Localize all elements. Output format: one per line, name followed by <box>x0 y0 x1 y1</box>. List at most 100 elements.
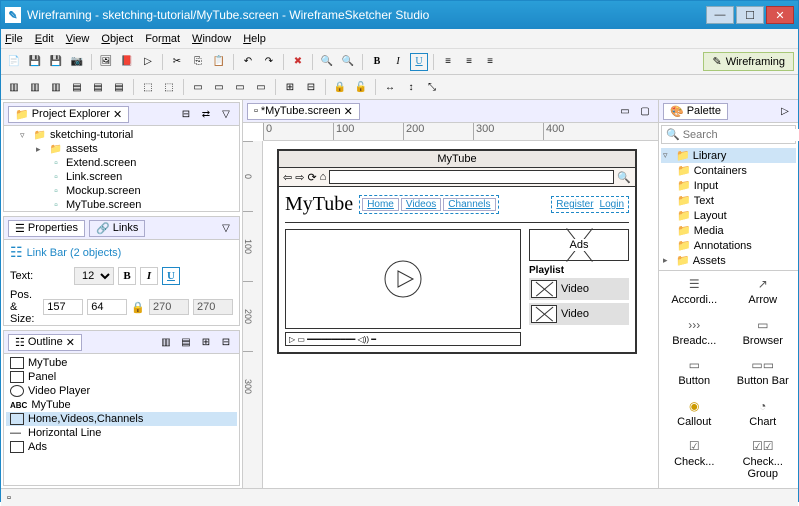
cut-icon[interactable]: ✂ <box>168 53 186 71</box>
palette-search-input[interactable] <box>683 129 799 141</box>
save-icon[interactable]: 💾 <box>26 53 44 71</box>
bold-icon[interactable]: B <box>368 53 386 71</box>
backward-icon[interactable]: ▭ <box>252 78 270 96</box>
unlock-icon[interactable]: 🔓 <box>352 78 370 96</box>
zoom-icon[interactable]: 🔍 <box>318 53 336 71</box>
y-input[interactable] <box>87 299 127 315</box>
mock-link-videos[interactable]: Videos <box>401 198 441 211</box>
export-image-icon[interactable]: 🖼 <box>97 53 115 71</box>
project-explorer-tab[interactable]: 📁 Project Explorer ✕ <box>8 106 129 123</box>
mock-link-register[interactable]: Register <box>554 199 595 210</box>
view-menu-icon[interactable]: ▽ <box>217 105 235 123</box>
ungroup-icon[interactable]: ⊟ <box>302 78 320 96</box>
paste-icon[interactable]: 📋 <box>210 53 228 71</box>
match-h-icon[interactable]: ↕ <box>402 78 420 96</box>
new-icon[interactable]: 📄 <box>5 53 23 71</box>
outline-tab[interactable]: ☷ Outline ✕ <box>8 334 82 351</box>
dist-v-icon[interactable]: ⬚ <box>160 78 178 96</box>
palette-item-browser[interactable]: ▭Browser <box>730 314 797 353</box>
palette-search[interactable]: 🔍 <box>661 125 796 144</box>
undo-icon[interactable]: ↶ <box>239 53 257 71</box>
palette-cat[interactable]: 📁 Media <box>661 223 796 238</box>
dist-h-icon[interactable]: ⬚ <box>139 78 157 96</box>
align-c-icon[interactable]: ▥ <box>26 78 44 96</box>
zoom-out-icon[interactable]: 🔍 <box>339 53 357 71</box>
align-m-icon[interactable]: ▤ <box>89 78 107 96</box>
link-editor-icon[interactable]: ⇄ <box>197 105 215 123</box>
palette-assets[interactable]: ▸📁 Assets <box>661 253 796 268</box>
x-input[interactable] <box>43 299 83 315</box>
outline-item[interactable]: ABCMyTube <box>6 398 237 412</box>
palette-item-callout[interactable]: ◉Callout <box>661 395 728 434</box>
align-t-icon[interactable]: ▤ <box>68 78 86 96</box>
play-icon[interactable]: ▷ <box>139 53 157 71</box>
palette-cat[interactable]: 📁 Input <box>661 178 796 193</box>
mock-link-home[interactable]: Home <box>362 198 399 211</box>
delete-icon[interactable]: ✖ <box>289 53 307 71</box>
mock-linkbar-auth[interactable]: Register Login <box>551 196 629 213</box>
props-menu-icon[interactable]: ▽ <box>217 219 235 237</box>
menu-object[interactable]: Object <box>101 33 133 45</box>
outline-tool-3[interactable]: ⊞ <box>197 333 215 351</box>
perspective-button[interactable]: ✎ Wireframing <box>703 52 794 71</box>
links-tab[interactable]: 🔗 Links <box>89 220 145 237</box>
w-input[interactable] <box>149 299 189 315</box>
camera-icon[interactable]: 📷 <box>68 53 86 71</box>
italic-icon[interactable]: I <box>389 53 407 71</box>
palette-menu-icon[interactable]: ▷ <box>776 102 794 120</box>
outline-tool-1[interactable]: ▥ <box>157 333 175 351</box>
align-center-icon[interactable]: ≡ <box>460 53 478 71</box>
mock-linkbar-main[interactable]: Home Videos Channels <box>359 195 498 214</box>
palette-cat[interactable]: 📁 Containers <box>661 163 796 178</box>
tree-project[interactable]: ▿📁sketching-tutorial <box>6 128 237 142</box>
tree-file-mytube[interactable]: ▫MyTube.screen <box>6 198 237 211</box>
close-button[interactable]: ✕ <box>766 6 794 24</box>
outline-item[interactable]: —Horizontal Line <box>6 426 237 440</box>
menu-help[interactable]: Help <box>243 33 266 45</box>
outline-tool-2[interactable]: ▤ <box>177 333 195 351</box>
palette-cat[interactable]: 📁 Annotations <box>661 238 796 253</box>
align-l-icon[interactable]: ▥ <box>5 78 23 96</box>
menu-edit[interactable]: Edit <box>35 33 54 45</box>
match-s-icon[interactable]: ⤡ <box>423 78 441 96</box>
palette-item-arrow[interactable]: ↗Arrow <box>730 273 797 312</box>
mockup-browser[interactable]: MyTube ⇦ ⇨ ⟳ ⌂ 🔍 MyTube Home <box>277 149 637 354</box>
editor-tab-mytube[interactable]: ▫ *MyTube.screen ✕ <box>247 103 360 120</box>
forward-icon[interactable]: ▭ <box>231 78 249 96</box>
palette-item-chart[interactable]: ◔Chart <box>730 395 797 434</box>
underline-button[interactable]: U <box>162 267 180 285</box>
h-input[interactable] <box>193 299 233 315</box>
match-w-icon[interactable]: ↔ <box>381 78 399 96</box>
align-right-icon[interactable]: ≡ <box>481 53 499 71</box>
minimize-view-icon[interactable]: ▭ <box>616 102 634 120</box>
maximize-button[interactable]: ☐ <box>736 6 764 24</box>
align-r-icon[interactable]: ▥ <box>47 78 65 96</box>
fontsize-select[interactable]: 12 <box>74 267 114 285</box>
outline-item[interactable]: MyTube <box>6 356 237 370</box>
palette-cat[interactable]: 📁 Text <box>661 193 796 208</box>
underline-icon[interactable]: U <box>410 53 428 71</box>
tree-file-mockup[interactable]: ▫Mockup.screen <box>6 184 237 198</box>
outline-item[interactable]: Ads <box>6 440 237 454</box>
outline-tool-4[interactable]: ⊟ <box>217 333 235 351</box>
copy-icon[interactable]: ⎘ <box>189 53 207 71</box>
back-icon[interactable]: ▭ <box>210 78 228 96</box>
menu-view[interactable]: View <box>66 33 90 45</box>
save-all-icon[interactable]: 💾 <box>47 53 65 71</box>
palette-cat[interactable]: 📁 Layout <box>661 208 796 223</box>
export-pdf-icon[interactable]: 📕 <box>118 53 136 71</box>
maximize-view-icon[interactable]: ▢ <box>636 102 654 120</box>
bold-button[interactable]: B <box>118 267 136 285</box>
redo-icon[interactable]: ↷ <box>260 53 278 71</box>
editor-canvas[interactable]: 0100200300400 0100200300 MyTube ⇦ ⇨ ⟳ ⌂ … <box>243 123 658 488</box>
italic-button[interactable]: I <box>140 267 158 285</box>
mock-link-channels[interactable]: Channels <box>443 198 495 211</box>
palette-item-checkbox[interactable]: ☑Check... <box>661 435 728 486</box>
palette-item-checkboxgroup[interactable]: ☑☑Check... Group <box>730 435 797 486</box>
palette-library[interactable]: ▿📁 Library <box>661 148 796 163</box>
outline-item[interactable]: Home,Videos,Channels <box>6 412 237 426</box>
outline-item[interactable]: Video Player <box>6 384 237 398</box>
group-icon[interactable]: ⊞ <box>281 78 299 96</box>
lock-icon[interactable]: 🔒 <box>331 78 349 96</box>
tree-file-link[interactable]: ▫Link.screen <box>6 170 237 184</box>
